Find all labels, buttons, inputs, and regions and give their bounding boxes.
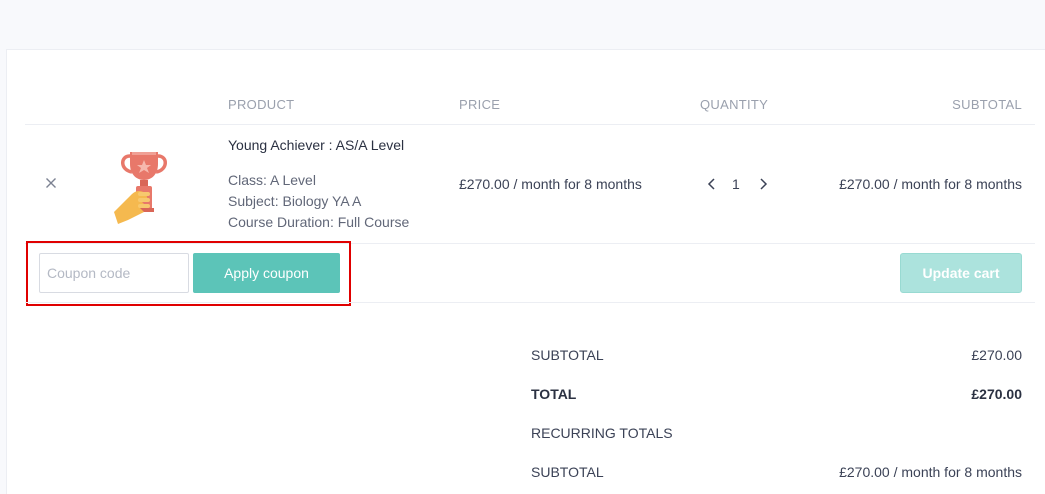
header-quantity: QUANTITY — [700, 97, 769, 112]
totals-subtotal-value: £270.00 — [971, 347, 1022, 363]
recurring-totals-label: RECURRING TOTALS — [531, 425, 673, 441]
item-subtotal: £270.00 / month for 8 months — [839, 176, 1022, 192]
totals-total-value: £270.00 — [971, 386, 1022, 402]
header-price: PRICE — [459, 97, 501, 112]
product-meta-duration: Course Duration: Full Course — [228, 214, 410, 230]
product-title-link[interactable]: Young Achiever : AS/A Level — [228, 137, 404, 153]
recurring-subtotal-value: £270.00 / month for 8 months — [839, 464, 1022, 480]
update-cart-button[interactable]: Update cart — [900, 253, 1022, 293]
quantity-decrease-icon[interactable] — [705, 176, 719, 192]
product-meta-subject: Subject: Biology YA A — [228, 193, 362, 209]
divider — [25, 302, 1035, 303]
totals-total-label: TOTAL — [531, 386, 577, 402]
item-price: £270.00 / month for 8 months — [459, 176, 642, 192]
header-product: PRODUCT — [228, 97, 295, 112]
totals-subtotal-label: SUBTOTAL — [531, 347, 604, 363]
trophy-hand-icon[interactable] — [108, 148, 178, 226]
highlight-box — [26, 241, 351, 306]
remove-item-icon[interactable] — [43, 175, 59, 191]
recurring-subtotal-label: SUBTOTAL — [531, 464, 604, 480]
divider — [25, 124, 1035, 125]
product-meta-class: Class: A Level — [228, 172, 316, 188]
quantity-value[interactable]: 1 — [732, 176, 740, 192]
quantity-increase-icon[interactable] — [756, 176, 770, 192]
header-subtotal: SUBTOTAL — [952, 97, 1022, 112]
